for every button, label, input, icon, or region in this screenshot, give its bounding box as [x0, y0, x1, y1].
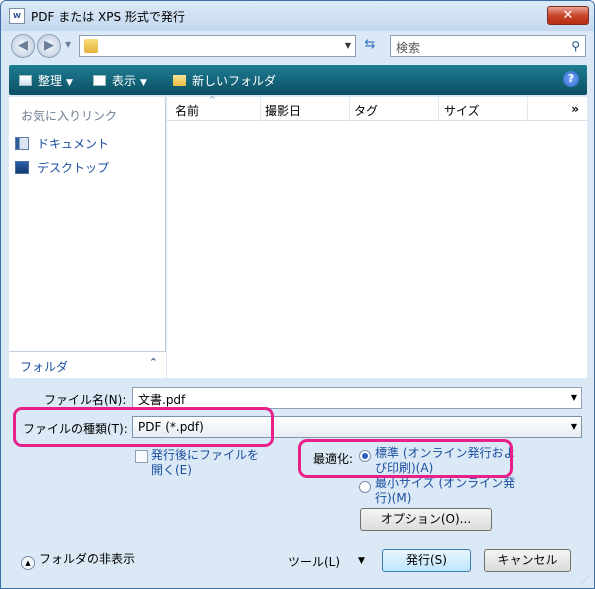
folders-toggle[interactable]: フォルダ ⌃ [9, 351, 166, 378]
word-app-icon: W [9, 8, 25, 24]
close-icon: ✕ [562, 8, 574, 23]
filename-value: 文書.pdf [138, 393, 186, 407]
title-bar: W PDF または XPS 形式で発行 ✕ [1, 1, 594, 31]
views-button[interactable]: 表示 ▼ [93, 72, 147, 89]
views-label: 表示 [112, 74, 137, 88]
column-size[interactable]: サイズ [444, 102, 480, 119]
recent-pages-dropdown-icon[interactable]: ▼ [65, 40, 71, 49]
back-arrow-icon: ◀ [18, 38, 28, 53]
views-icon [93, 75, 106, 86]
organize-label: 整理 [38, 74, 63, 88]
window-title: PDF または XPS 形式で発行 [31, 10, 185, 24]
new-folder-icon [173, 75, 186, 86]
chevron-down-icon: ▼ [140, 78, 147, 88]
refresh-icon: ⇆ [364, 37, 376, 52]
column-date-taken[interactable]: 撮影日 [265, 102, 301, 119]
folders-label: フォルダ [20, 360, 69, 374]
resize-grip-icon[interactable]: ⋰ [581, 575, 591, 585]
optimize-minimum-radio[interactable] [359, 481, 371, 493]
forward-arrow-icon: ▶ [44, 38, 54, 53]
file-list[interactable]: 名前 ^ 撮影日 タグ サイズ » [167, 95, 587, 378]
open-after-publish-label[interactable]: 発行後にファイルを 開く(E) [151, 448, 259, 478]
search-icon[interactable]: ⚲ [571, 39, 580, 53]
chevron-down-icon: ▼ [570, 422, 577, 431]
sidebar-item-documents[interactable]: ドキュメント [15, 135, 109, 152]
sort-ascending-icon: ^ [209, 95, 216, 104]
more-columns-icon[interactable]: » [571, 102, 579, 116]
filetype-highlight [13, 407, 274, 447]
search-placeholder: 検索 [396, 41, 421, 55]
help-icon[interactable]: ? [563, 71, 579, 87]
navigation-pane: お気に入りリンク ドキュメント デスクトップ フォルダ ⌃ [9, 97, 166, 378]
close-button[interactable]: ✕ [547, 6, 589, 25]
open-after-publish-checkbox[interactable] [135, 450, 148, 463]
new-folder-button[interactable]: 新しいフォルダ [173, 72, 276, 89]
forward-button[interactable]: ▶ [37, 34, 61, 58]
chevron-up-icon: ⌃ [148, 356, 158, 369]
cancel-button[interactable]: キャンセル [484, 549, 571, 572]
optimize-minimum-label[interactable]: 最小サイズ (オンライン発 行)(M) [375, 476, 515, 506]
address-bar[interactable]: ▼ [79, 35, 356, 57]
search-box[interactable]: 検索 ⚲ [390, 35, 586, 57]
favorite-links-header: お気に入りリンク [21, 109, 118, 123]
publish-button[interactable]: 発行(S) [382, 549, 471, 572]
command-toolbar: 整理 ▼ 表示 ▼ 新しいフォルダ ? [9, 65, 587, 95]
chevron-up-icon: ▲ [21, 556, 35, 570]
options-button[interactable]: オプション(O)... [360, 508, 492, 531]
organize-button[interactable]: 整理 ▼ [19, 72, 73, 89]
hide-folders-label: フォルダの非表示 [39, 552, 136, 566]
column-name[interactable]: 名前 [175, 102, 199, 119]
refresh-button[interactable]: ⇆ [360, 37, 380, 55]
folder-icon [84, 39, 98, 53]
new-folder-label: 新しいフォルダ [192, 74, 277, 88]
desktop-icon [15, 161, 29, 174]
sidebar-item-desktop[interactable]: デスクトップ [15, 159, 109, 176]
column-header-row: 名前 ^ 撮影日 タグ サイズ » [167, 95, 587, 121]
documents-icon [15, 137, 29, 150]
column-tags[interactable]: タグ [354, 102, 378, 119]
filename-label: ファイル名(N): [44, 393, 127, 407]
sidebar-item-label: ドキュメント [37, 137, 110, 151]
hide-folders-button[interactable]: ▲ フォルダの非表示 [21, 550, 135, 570]
organize-icon [19, 75, 32, 86]
back-button[interactable]: ◀ [11, 34, 35, 58]
navigation-bar: ◀ ▶ ▼ ▼ ⇆ 検索 ⚲ [1, 31, 594, 61]
optimize-highlight [298, 439, 513, 478]
publish-dialog: W PDF または XPS 形式で発行 ✕ ◀ ▶ ▼ ▼ ⇆ 検索 ⚲ 整理 ▼… [0, 0, 595, 589]
tools-button[interactable]: ツール(L) [288, 553, 340, 570]
sidebar-item-label: デスクトップ [37, 161, 110, 175]
chevron-down-icon[interactable]: ▼ [571, 393, 577, 402]
chevron-down-icon[interactable]: ▼ [358, 556, 365, 566]
chevron-down-icon: ▼ [66, 78, 73, 88]
address-dropdown-icon[interactable]: ▼ [345, 41, 351, 50]
filename-input[interactable]: 文書.pdf ▼ [132, 387, 582, 409]
